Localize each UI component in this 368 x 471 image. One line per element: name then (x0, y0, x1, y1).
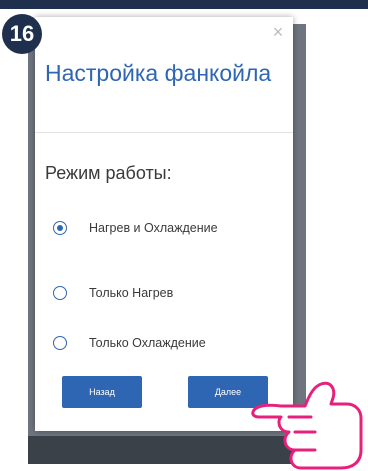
radio-heating-cooling[interactable] (53, 221, 67, 235)
operation-mode-label: Режим работы: (45, 163, 172, 183)
option-heating-cooling-label: Нагрев и Охлаждение (89, 221, 218, 235)
option-heating-only[interactable]: Только Нагрев (53, 286, 173, 300)
back-button[interactable]: Назад (62, 376, 142, 408)
radio-heating-only[interactable] (53, 286, 67, 300)
hand-pointer-icon (251, 381, 363, 470)
option-cooling-only-label: Только Охлаждение (89, 336, 206, 350)
option-heating-only-label: Только Нагрев (89, 286, 174, 300)
radio-cooling-only[interactable] (53, 336, 67, 350)
dialog-title: Настройка фанкойла (45, 60, 272, 86)
fancoil-settings-dialog: × Настройка фанкойла Режим работы: Нагре… (35, 17, 293, 431)
title-divider (35, 132, 293, 133)
option-heating-cooling[interactable]: Нагрев и Охлаждение (53, 221, 218, 235)
top-bar (0, 0, 368, 9)
close-icon[interactable]: × (271, 23, 285, 41)
step-number-badge: 16 (2, 14, 42, 54)
option-cooling-only[interactable]: Только Охлаждение (53, 336, 206, 350)
